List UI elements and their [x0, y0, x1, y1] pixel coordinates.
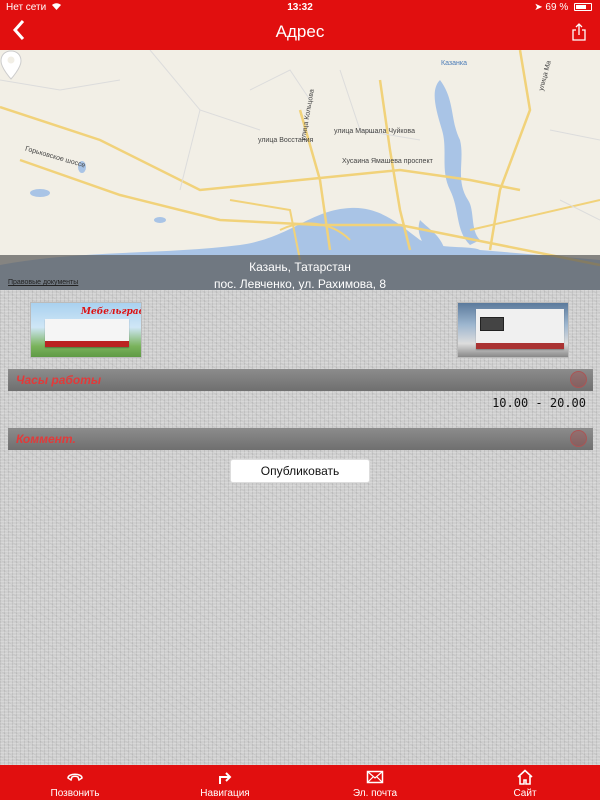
- map-label-chuykova: улица Маршала Чуйкова: [334, 128, 415, 135]
- address-street: пос. Левченко, ул. Рахимова, 8: [213, 277, 387, 291]
- address-city: Казань, Татарстан: [249, 260, 351, 274]
- tab-email[interactable]: Эл. почта: [300, 765, 450, 800]
- home-icon: [517, 769, 533, 785]
- mail-icon: [366, 770, 384, 784]
- map-label-yamasheva: Хусаина Ямашева проспект: [342, 158, 433, 165]
- expand-icon[interactable]: [570, 430, 587, 447]
- publish-button[interactable]: Опубликовать: [230, 459, 370, 483]
- tab-call-label: Позвонить: [50, 788, 100, 799]
- battery-label: 69 %: [545, 2, 569, 13]
- building-shape: [45, 319, 129, 347]
- battery-icon: [574, 3, 592, 12]
- navigation-arrow-icon: [219, 772, 232, 784]
- tab-navigation-label: Навигация: [200, 788, 250, 799]
- store-photo-1[interactable]: Мебельград: [30, 302, 142, 358]
- tab-email-label: Эл. почта: [352, 788, 398, 799]
- expand-icon[interactable]: [570, 371, 587, 388]
- billboard-shape: [480, 317, 504, 331]
- map-view[interactable]: Горьковское шоссе улица Восстания улица …: [0, 50, 600, 296]
- share-button[interactable]: [572, 23, 586, 41]
- bottom-tab-bar: Позвонить Навигация Эл. почта Сайт: [0, 765, 600, 800]
- map-label-kazanka: Казанка: [441, 60, 467, 67]
- phone-icon: [67, 773, 83, 782]
- battery-status: ➤ 69 %: [534, 2, 592, 13]
- tab-call[interactable]: Позвонить: [0, 765, 150, 800]
- hours-value: 10.00 - 20.00: [492, 396, 586, 410]
- comment-section-header[interactable]: Коммент.: [8, 428, 593, 450]
- store-photo-2[interactable]: [457, 302, 569, 358]
- comment-title: Коммент.: [16, 432, 76, 446]
- map-pin-icon[interactable]: [0, 50, 22, 80]
- share-icon: [572, 23, 586, 41]
- hours-title: Часы работы: [16, 373, 102, 387]
- clock: 13:32: [287, 2, 313, 13]
- status-bar: Нет сети 13:32 ➤ 69 %: [0, 0, 600, 16]
- hours-section-header[interactable]: Часы работы: [8, 369, 593, 391]
- tab-site[interactable]: Сайт: [450, 765, 600, 800]
- tab-site-label: Сайт: [513, 788, 537, 799]
- location-icon: ➤: [534, 2, 543, 13]
- store-sign: Мебельград: [81, 307, 142, 317]
- tab-navigation[interactable]: Навигация: [150, 765, 300, 800]
- nav-bar: Адрес: [0, 16, 600, 50]
- legal-link[interactable]: Правовые документы: [8, 279, 78, 286]
- page-title: Адрес: [275, 22, 325, 41]
- content-background: [0, 290, 600, 765]
